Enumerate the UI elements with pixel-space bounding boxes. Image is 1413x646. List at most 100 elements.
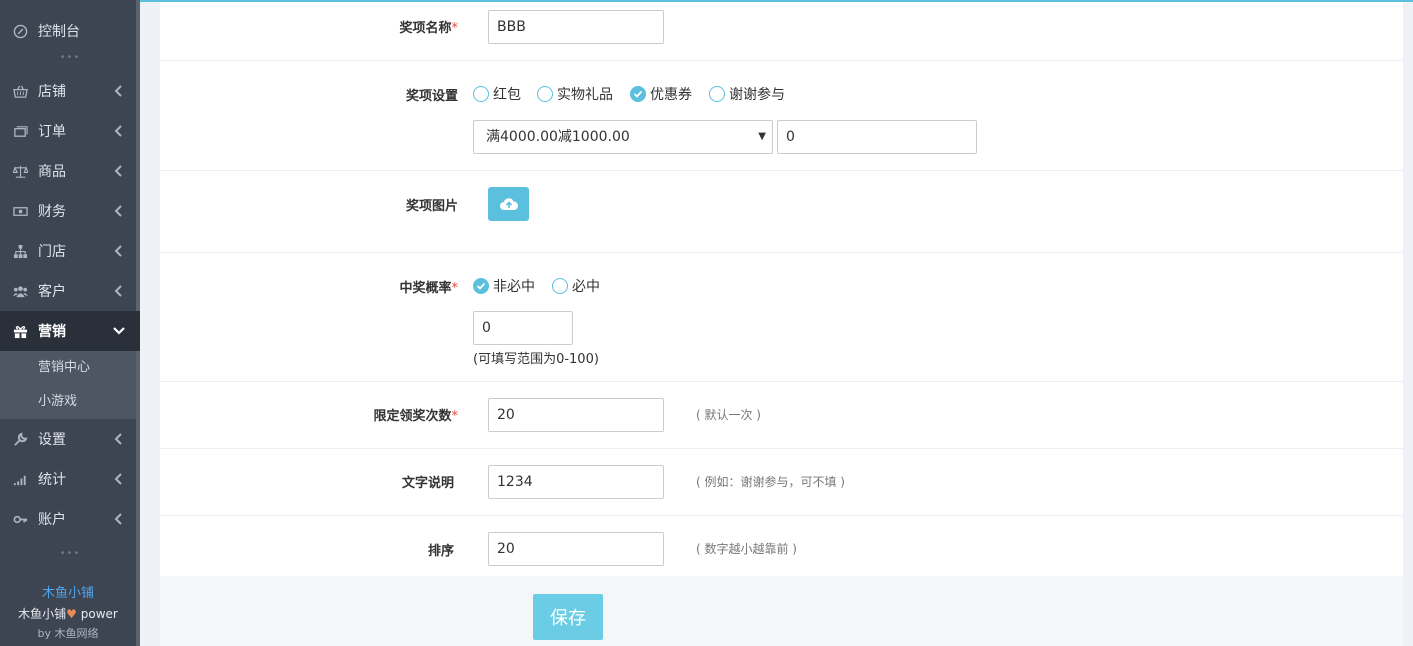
sidebar-item-label: 统计 bbox=[38, 472, 66, 488]
coupon-quantity-input[interactable]: 0 bbox=[777, 120, 977, 154]
coupon-select-value: 满4000.00减1000.00 bbox=[486, 129, 630, 145]
sidebar-divider: ••• bbox=[59, 548, 81, 559]
sidebar-item-statistics[interactable]: 统计 bbox=[0, 459, 140, 499]
sidebar-item-label: 设置 bbox=[38, 432, 66, 448]
sort-label: 排序 bbox=[427, 544, 454, 559]
footer-brand[interactable]: 木鱼小铺 bbox=[0, 584, 136, 604]
radio-thanks[interactable]: 谢谢参与 bbox=[709, 84, 785, 104]
check-icon bbox=[473, 278, 489, 294]
row-probability: 中奖概率* 非必中 必中 0 (可填写范围为0-100) bbox=[160, 253, 1403, 382]
sidebar-item-label: 财务 bbox=[38, 204, 66, 220]
limit-label-text: 限定领奖次数 bbox=[373, 409, 452, 424]
sidebar-item-dashboard[interactable]: 控制台 bbox=[0, 11, 140, 51]
sidebar-divider: ••• bbox=[59, 52, 81, 63]
upload-image-button[interactable] bbox=[488, 187, 529, 221]
row-prize-image: 奖项图片 bbox=[160, 171, 1403, 253]
probability-input[interactable]: 0 bbox=[473, 311, 573, 345]
row-text-desc: 文字说明 1234 ( 例如：谢谢参与，可不填 ) bbox=[160, 449, 1403, 516]
footer-by: by 木鱼网络 bbox=[37, 627, 99, 640]
radio-not-guaranteed[interactable]: 非必中 bbox=[473, 276, 535, 296]
limit-label: 限定领奖次数* bbox=[320, 405, 458, 424]
sort-input[interactable]: 20 bbox=[488, 532, 664, 566]
row-limit: 限定领奖次数* 20 ( 默认一次 ) bbox=[160, 382, 1403, 449]
radio-circle bbox=[709, 86, 725, 102]
prize-setting-label: 奖项设置 bbox=[405, 89, 458, 104]
chevron-left-icon bbox=[114, 165, 122, 177]
text-desc-label: 文字说明 bbox=[401, 476, 454, 491]
sidebar-item-account[interactable]: 账户 bbox=[0, 499, 140, 539]
radio-guaranteed[interactable]: 必中 bbox=[552, 276, 600, 296]
check-icon bbox=[630, 86, 646, 102]
row-sort: 排序 20 ( 数字越小越靠前 ) bbox=[160, 516, 1403, 576]
sidebar-item-label: 订单 bbox=[38, 124, 66, 140]
radio-coupon[interactable]: 优惠券 bbox=[630, 84, 692, 104]
probability-label-text: 中奖概率 bbox=[399, 281, 452, 296]
radio-label: 优惠券 bbox=[650, 87, 692, 103]
radio-label: 谢谢参与 bbox=[729, 87, 785, 103]
sidebar-item-label: 店铺 bbox=[38, 84, 66, 100]
sidebar-item-order[interactable]: 订单 bbox=[0, 111, 140, 151]
prize-name-input[interactable]: BBB bbox=[488, 10, 664, 44]
required-mark: * bbox=[451, 409, 459, 424]
sidebar: 控制台 ••• 店铺 订单 商品 财务 门店 客户 营销 营销中心 小游戏 设置… bbox=[0, 0, 140, 646]
sidebar-item-label: 营销 bbox=[38, 324, 66, 340]
chevron-left-icon bbox=[114, 125, 122, 137]
radio-physical-gift[interactable]: 实物礼品 bbox=[537, 84, 613, 104]
limit-hint: ( 默认一次 ) bbox=[696, 408, 761, 422]
coupon-select[interactable]: 满4000.00减1000.00 ▼ bbox=[473, 120, 773, 154]
sidebar-item-marketing[interactable]: 营销 bbox=[0, 311, 140, 351]
radio-red-packet[interactable]: 红包 bbox=[473, 84, 521, 104]
cloud-upload-icon bbox=[499, 198, 518, 210]
sidebar-footer: 木鱼小铺 木鱼小铺♥ power by 木鱼网络 bbox=[0, 584, 136, 644]
sidebar-item-label: 商品 bbox=[38, 164, 66, 180]
radio-label: 红包 bbox=[493, 87, 521, 103]
footer-power-suffix: power bbox=[76, 607, 118, 621]
sidebar-item-customer[interactable]: 客户 bbox=[0, 271, 140, 311]
radio-label: 必中 bbox=[572, 279, 600, 295]
radio-circle bbox=[537, 86, 553, 102]
text-desc-hint: ( 例如：谢谢参与，可不填 ) bbox=[696, 475, 845, 489]
sidebar-item-store[interactable]: 门店 bbox=[0, 231, 140, 271]
wrench-icon bbox=[12, 431, 28, 447]
chevron-left-icon bbox=[114, 513, 122, 525]
shop-icon bbox=[12, 83, 28, 99]
scale-icon bbox=[12, 163, 28, 179]
sidebar-item-settings[interactable]: 设置 bbox=[0, 419, 140, 459]
sidebar-item-label: 账户 bbox=[38, 512, 66, 528]
money-icon bbox=[12, 203, 28, 219]
sidebar-item-label: 客户 bbox=[38, 284, 66, 300]
sidebar-item-finance[interactable]: 财务 bbox=[0, 191, 140, 231]
chevron-left-icon bbox=[114, 285, 122, 297]
sidebar-item-shop[interactable]: 店铺 bbox=[0, 71, 140, 111]
probability-hint: (可填写范围为0-100) bbox=[473, 352, 599, 367]
sidebar-item-goods[interactable]: 商品 bbox=[0, 151, 140, 191]
required-mark: * bbox=[451, 281, 459, 296]
footer-power-prefix: 木鱼小铺 bbox=[18, 607, 67, 621]
heart-icon: ♥ bbox=[66, 607, 77, 621]
radio-circle bbox=[473, 86, 489, 102]
probability-label: 中奖概率* bbox=[360, 277, 458, 296]
chevron-left-icon bbox=[114, 473, 122, 485]
footer-power: 木鱼小铺♥ power bbox=[0, 604, 136, 624]
dashboard-icon bbox=[12, 23, 28, 39]
chevron-left-icon bbox=[114, 245, 122, 257]
submenu-item-marketing-center[interactable]: 营销中心 bbox=[0, 351, 140, 385]
save-button[interactable]: 保存 bbox=[533, 594, 603, 640]
sitemap-icon bbox=[12, 243, 28, 259]
text-desc-input[interactable]: 1234 bbox=[488, 465, 664, 499]
key-icon bbox=[12, 511, 28, 527]
radio-label: 实物礼品 bbox=[557, 87, 613, 103]
radio-label: 非必中 bbox=[493, 279, 535, 295]
marketing-submenu: 营销中心 小游戏 bbox=[0, 351, 140, 419]
submenu-item-mini-games[interactable]: 小游戏 bbox=[0, 385, 140, 419]
limit-input[interactable]: 20 bbox=[488, 398, 664, 432]
chevron-down-icon bbox=[113, 327, 125, 335]
caret-down-icon: ▼ bbox=[758, 131, 766, 142]
gift-icon bbox=[12, 323, 28, 339]
users-icon bbox=[12, 283, 28, 299]
radio-circle bbox=[552, 278, 568, 294]
sidebar-item-label: 控制台 bbox=[38, 24, 80, 40]
sort-hint: ( 数字越小越靠前 ) bbox=[696, 542, 797, 556]
chevron-left-icon bbox=[114, 433, 122, 445]
save-bar: 保存 bbox=[160, 576, 1403, 646]
